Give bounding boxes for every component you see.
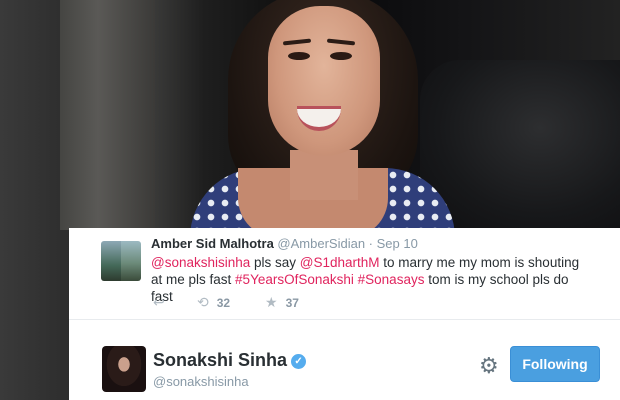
- tweet-date[interactable]: Sep 10: [377, 236, 418, 251]
- photo-pillar: [60, 0, 155, 230]
- photo-eye: [288, 52, 310, 60]
- tweet-author-handle[interactable]: @AmberSidian: [277, 236, 365, 251]
- star-icon: ★: [265, 294, 278, 310]
- profile-avatar[interactable]: [102, 346, 146, 392]
- retweet-button[interactable]: ⟲ 32: [197, 294, 230, 311]
- photo-eye: [330, 52, 352, 60]
- retweet-icon: ⟲: [197, 294, 209, 310]
- tweet-author-avatar[interactable]: [101, 241, 141, 281]
- tweet-separator: ·: [365, 236, 377, 251]
- reply-icon: ↩: [153, 294, 165, 310]
- retweet-count: 32: [216, 296, 231, 310]
- avatar-image: [101, 241, 121, 281]
- tweet-text-segment: pls say: [250, 255, 300, 270]
- hashtag-link[interactable]: #5YearsOfSonakshi: [235, 272, 354, 287]
- following-button[interactable]: Following: [510, 346, 600, 382]
- photo-face: [268, 6, 380, 156]
- reply-button[interactable]: ↩: [153, 294, 173, 311]
- profile-handle[interactable]: @sonakshisinha: [153, 374, 249, 389]
- profile-name[interactable]: Sonakshi Sinha: [153, 350, 287, 370]
- profile-name-row: Sonakshi Sinha ✓: [153, 350, 307, 371]
- mention-link[interactable]: @S1dharthM: [300, 255, 380, 270]
- tweet-header: Amber Sid Malhotra @AmberSidian · Sep 10: [151, 236, 418, 251]
- photo-car: [420, 60, 620, 230]
- tweet-card: Amber Sid Malhotra @AmberSidian · Sep 10…: [69, 228, 620, 320]
- avatar-image: [121, 241, 141, 281]
- gear-icon[interactable]: ⚙: [479, 353, 499, 379]
- favorite-button[interactable]: ★ 37: [265, 294, 299, 311]
- verified-badge-icon: ✓: [291, 354, 307, 369]
- mention-link[interactable]: @sonakshisinha: [151, 255, 250, 270]
- hashtag-link[interactable]: #Sonasays: [358, 272, 425, 287]
- tweet-author-name[interactable]: Amber Sid Malhotra: [151, 236, 274, 251]
- photo-neck: [290, 150, 358, 200]
- profile-card: Sonakshi Sinha ✓ @sonakshisinha ⚙ Followi…: [69, 320, 620, 400]
- favorite-count: 37: [285, 296, 299, 310]
